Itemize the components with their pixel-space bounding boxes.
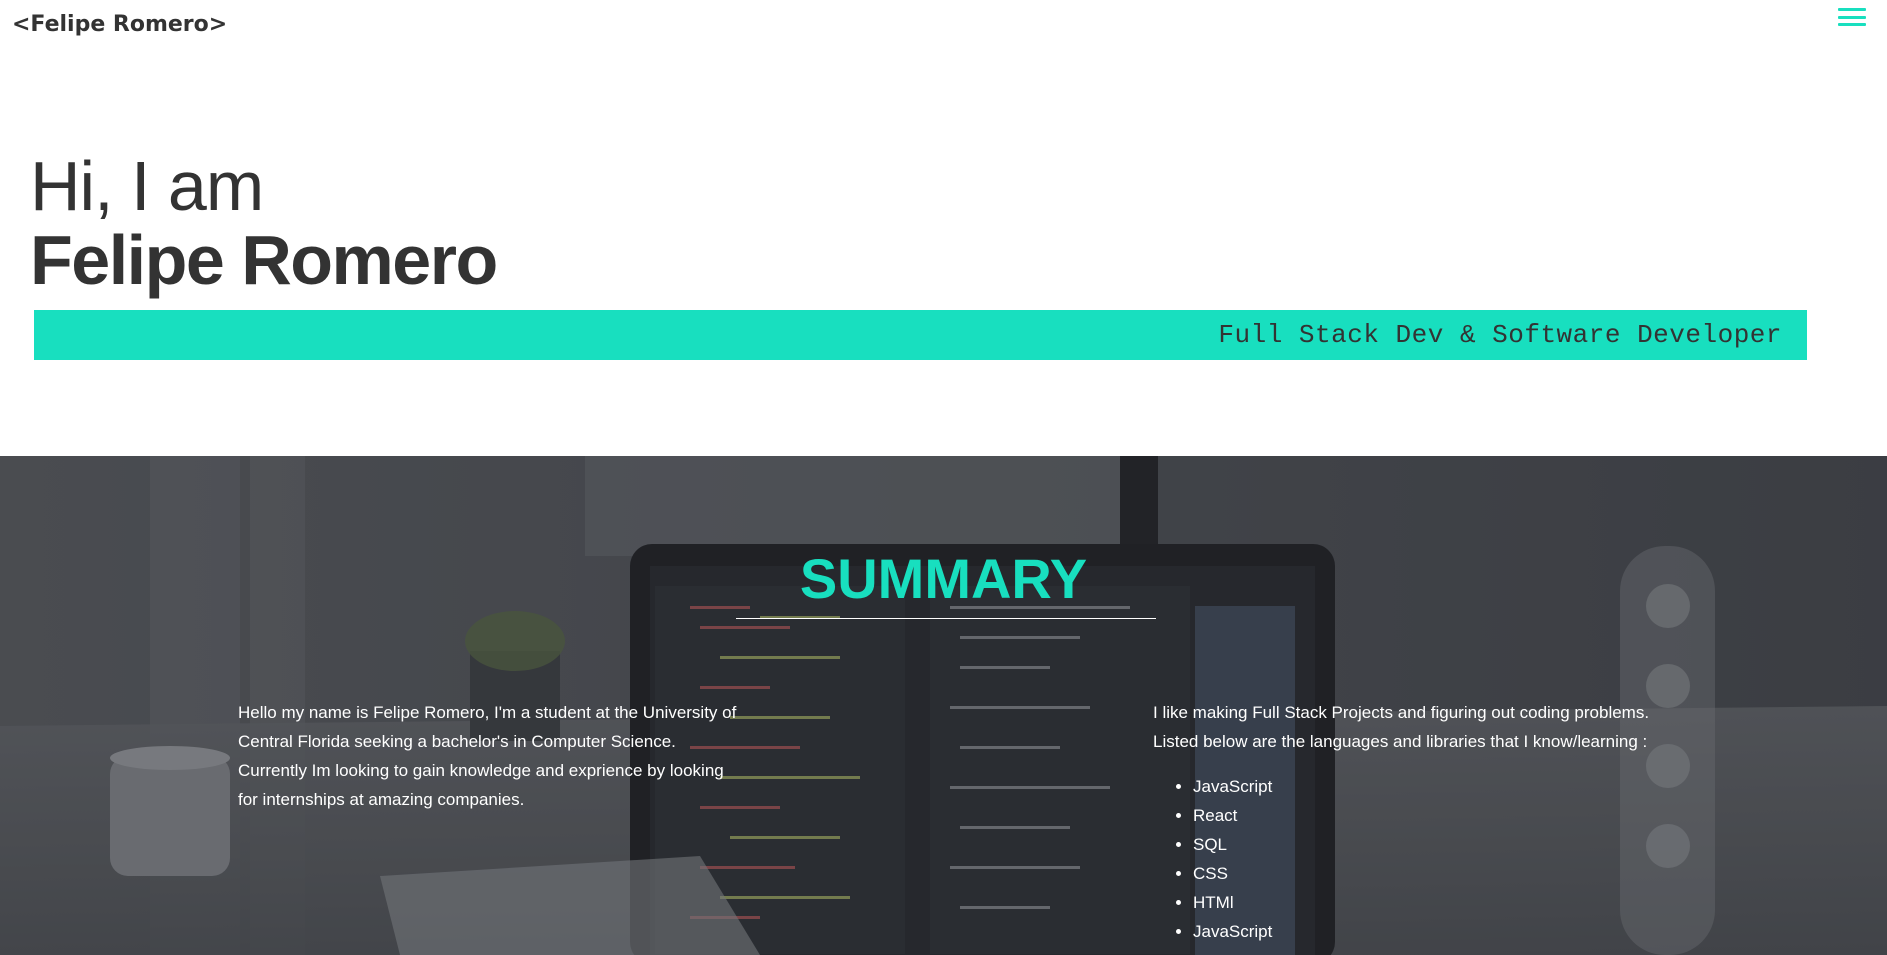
summary-title-underline [736, 618, 1156, 619]
role-text: Full Stack Dev & Software Developer [1218, 320, 1782, 350]
role-banner: Full Stack Dev & Software Developer [34, 310, 1807, 360]
menu-bar-bottom [1838, 23, 1866, 26]
list-item: HTMl [1193, 888, 1272, 917]
hero-greeting: Hi, I am [30, 147, 264, 225]
hamburger-menu-icon[interactable] [1838, 6, 1866, 28]
menu-bar-top [1838, 8, 1866, 11]
list-item: CSS [1193, 859, 1272, 888]
list-item: SQL [1193, 830, 1272, 859]
list-item: JavaScript [1193, 772, 1272, 801]
portfolio-page: <Felipe Romero> Hi, I am Felipe Romero F… [0, 0, 1887, 955]
hero-name: Felipe Romero [30, 221, 498, 299]
list-item: React [1193, 801, 1272, 830]
summary-title: SUMMARY [799, 547, 1088, 610]
summary-section: SUMMARY Hello my name is Felipe Romero, … [0, 456, 1887, 955]
summary-about-text: Hello my name is Felipe Romero, I'm a st… [238, 703, 737, 809]
skills-list: JavaScript React SQL CSS HTMl JavaScript [1153, 772, 1272, 946]
list-item: JavaScript [1193, 917, 1272, 946]
summary-skills-intro: I like making Full Stack Projects and fi… [1153, 703, 1650, 751]
menu-bar-middle [1838, 15, 1866, 19]
site-logo[interactable]: <Felipe Romero> [12, 12, 227, 37]
